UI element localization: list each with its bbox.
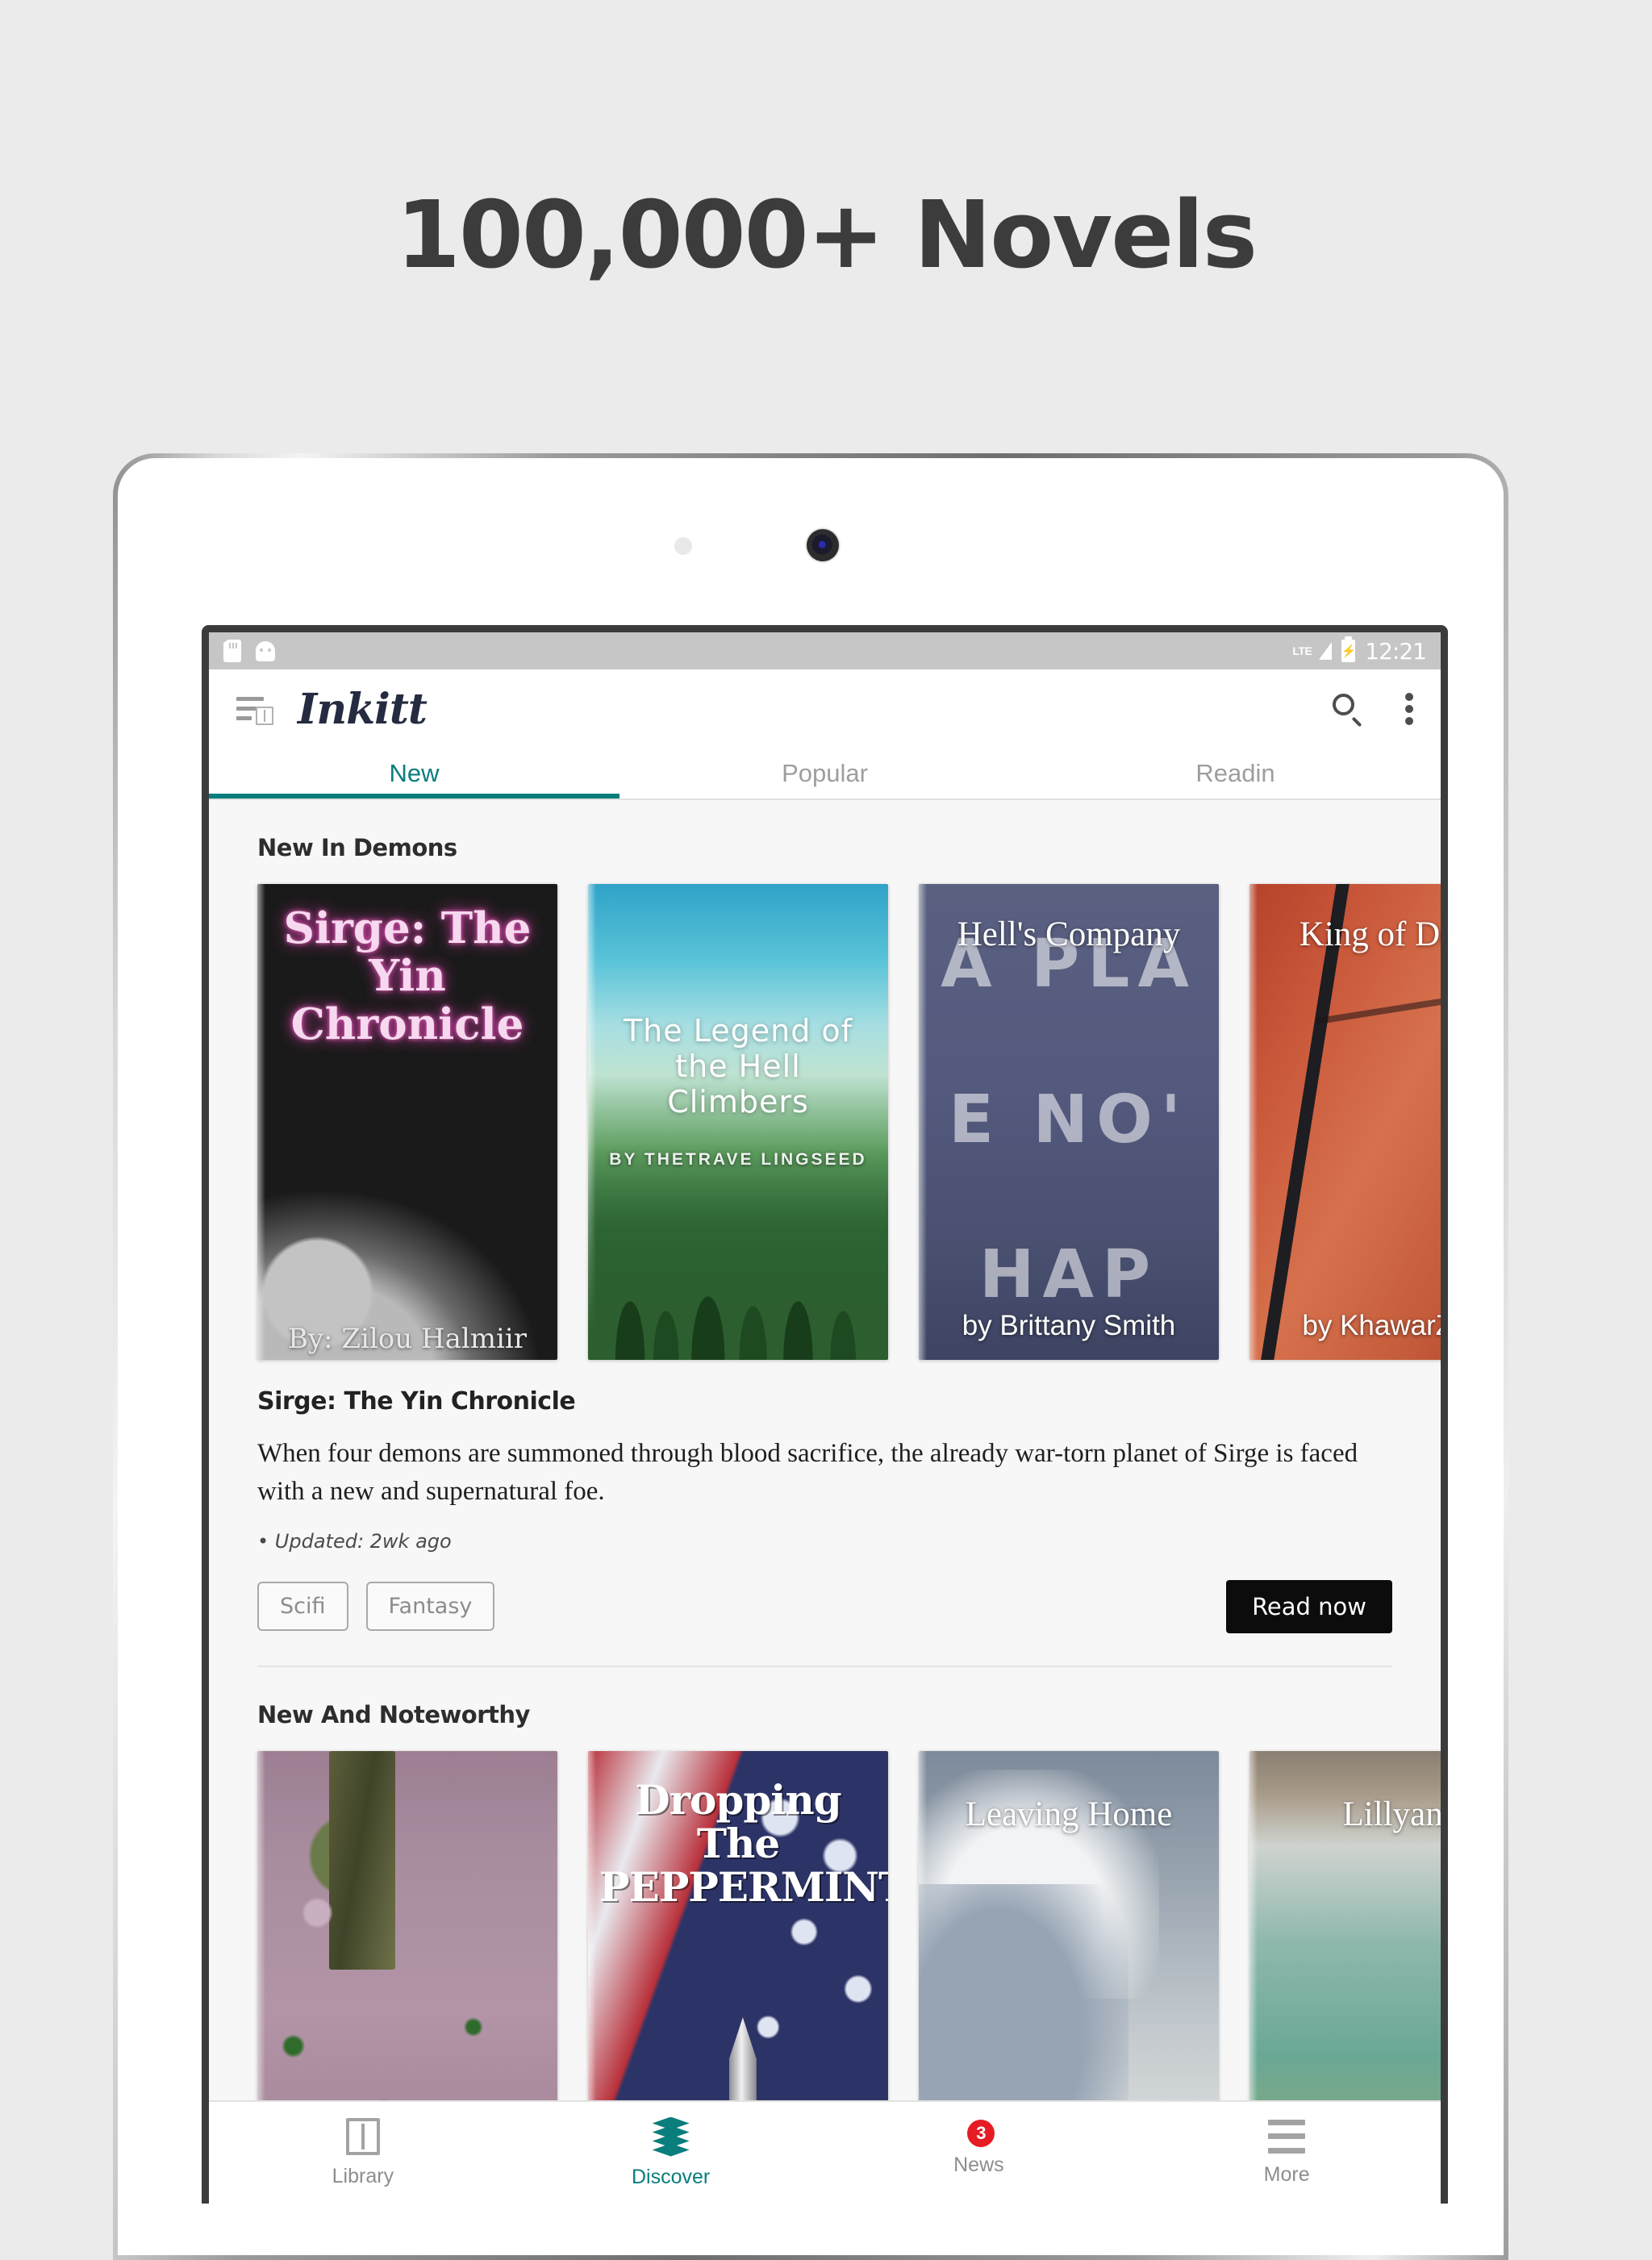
cover-title: Sirge: The Yin Chronicle [283,903,532,1049]
book-shelf-new-in-demons[interactable]: Sirge: The Yin Chronicle By: Zilou Halmi… [209,861,1441,1360]
section-title-new-and-noteworthy: New And Noteworthy [257,1700,530,1728]
android-screen: LTE 12:21 Inkitt New Popular Readin New … [202,625,1448,2204]
detail-title: Sirge: The Yin Chronicle [257,1387,576,1416]
sd-card-icon [223,640,241,662]
cover-title: King of Demo [1299,915,1441,953]
tab-active-indicator [209,794,620,799]
detail-actions: Scifi Fantasy Read now [257,1579,1392,1633]
app-bar-actions [1333,693,1413,725]
library-menu-icon[interactable] [236,693,273,725]
cover-spine [919,884,927,1360]
app-bar: Inkitt [209,669,1441,748]
discover-stack-icon [652,2116,690,2157]
news-icon-wrapper: 3 [967,2119,995,2147]
bottom-nav-label: Discover [632,2165,711,2188]
signal-icon [1319,642,1333,660]
cover-spine [1249,884,1258,1360]
bottom-nav-item-library[interactable]: Library [209,2117,517,2188]
tab-reading-list[interactable]: Readin [1030,748,1441,799]
tab-new[interactable]: New [209,748,620,799]
cover-author: By: Zilou Halmiir [287,1322,528,1355]
book-cover-card[interactable]: The Legend of the Hell Climbers BY THETR… [588,884,888,1360]
overflow-menu-icon[interactable] [1405,693,1413,725]
genre-tag-scifi[interactable]: Scifi [257,1582,348,1632]
discover-content[interactable]: New In Demons Sirge: The Yin Chronicle B… [209,800,1441,2204]
bottom-nav-item-news[interactable]: 3 News [825,2119,1133,2177]
battery-charging-icon [1341,636,1356,662]
bottom-nav-label: Library [332,2164,394,2187]
cover-title: Dropping The PEPPERMINT [599,1775,888,1911]
bottom-navigation-bar: Library Discover 3 News More [209,2100,1441,2204]
book-open-icon [345,2117,380,2155]
section-title-new-in-demons: New In Demons [257,834,457,861]
book-detail-panel: Sirge: The Yin Chronicle When four demon… [209,1360,1441,1633]
bottom-nav-label: More [1263,2162,1310,2186]
search-icon[interactable] [1333,694,1363,724]
page-title: 100,000+ Novels [395,181,1258,290]
status-bar: LTE 12:21 [209,632,1441,669]
front-camera-icon [807,529,839,561]
cover-spine [588,884,596,1360]
status-bar-left [223,640,275,662]
bottom-nav-item-more[interactable]: More [1133,2119,1441,2187]
detail-description: When four demons are summoned through bl… [257,1439,1358,1506]
cover-title: Hell's Company [957,915,1181,953]
news-badge-count: 3 [967,2119,995,2147]
cover-title: Leaving Home [965,1795,1173,1833]
cover-author: by Brittany Smith [962,1310,1176,1341]
read-now-button[interactable]: Read now [1226,1579,1392,1633]
cover-title: The Legend of the Hell Climbers [623,1013,853,1120]
cover-title: Lillyans [1342,1795,1441,1833]
app-logo-inkitt: Inkitt [298,684,428,734]
lte-label: LTE [1292,644,1312,657]
android-icon [256,640,275,661]
tab-popular[interactable]: Popular [620,748,1030,799]
bottom-nav-item-discover[interactable]: Discover [517,2116,825,2189]
book-cover-card[interactable]: Hell's Company by Brittany Smith [919,884,1219,1360]
detail-updated: • Updated: 2wk ago [257,1529,452,1553]
status-bar-clock: 12:21 [1365,637,1427,665]
book-cover-card[interactable]: King of Demo by KhawarZinja [1249,884,1441,1360]
tab-bar: New Popular Readin [209,748,1441,799]
more-lines-icon [1268,2119,1306,2154]
book-cover-card[interactable]: Sirge: The Yin Chronicle By: Zilou Halmi… [257,884,557,1360]
ambient-sensor-icon [674,537,692,555]
cover-author: BY THETRAVE LINGSEED [609,1150,867,1169]
genre-tag-fantasy[interactable]: Fantasy [365,1582,495,1632]
bottom-nav-label: News [953,2153,1004,2176]
cover-author: by KhawarZinja [1302,1310,1441,1341]
status-bar-right: LTE 12:21 [1292,636,1427,665]
